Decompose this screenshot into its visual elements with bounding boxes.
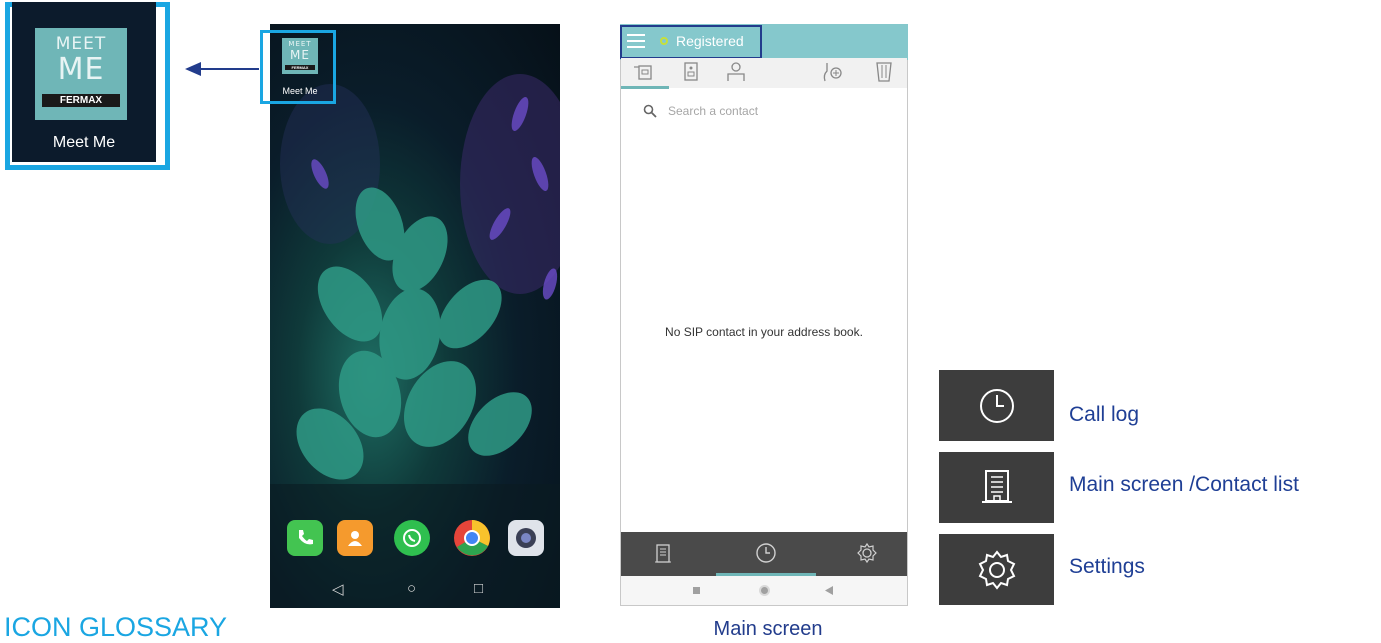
active-tab-indicator [621,86,669,89]
app-icon-zoom[interactable]: MEET ME FERMAX Meet Me [12,2,156,162]
tab-building-icon[interactable] [633,62,655,82]
camera-icon [516,528,536,548]
nav-gear-icon[interactable] [856,542,878,564]
home-button[interactable]: ○ [407,580,416,597]
main-screen-phone [620,24,908,606]
search-contact-input[interactable]: Search a contact [668,104,758,118]
contact-tabs [621,58,907,88]
glossary-building-box [939,452,1054,523]
glossary-label-call-log: Call log [1069,403,1140,426]
logo-line2: ME [57,52,105,87]
clock-icon [979,388,1014,423]
tab-intercom-icon[interactable] [681,62,701,82]
main-screen-caption: Main screen [713,618,823,640]
trash-icon[interactable] [875,61,893,83]
icon-glossary-title: ICON GLOSSARY [4,612,228,642]
glossary-label-settings: Settings [1069,555,1145,578]
status-highlight-frame [620,25,762,59]
back-button[interactable]: ◁ [332,580,344,598]
phone-home-screen: ◁ ○ □ [270,24,560,608]
search-icon [643,104,657,118]
glossary-gear-box [939,534,1054,605]
recents-button[interactable]: □ [474,580,483,597]
camera-app-icon[interactable] [508,520,544,556]
nav-clock-icon[interactable] [755,542,777,564]
app-icon-label: Meet Me [52,134,116,151]
back-nav-icon[interactable] [825,586,833,595]
building-icon [981,469,1012,503]
whatsapp-app-icon[interactable] [394,520,430,556]
add-contact-icon[interactable] [821,61,845,83]
logo-line1: MEET [55,34,107,54]
home-nav-icon[interactable] [759,585,770,596]
whatsapp-icon [403,529,421,547]
nav-building-icon[interactable] [655,544,671,564]
bottom-navigation [621,532,907,576]
phone-app-icon[interactable] [287,520,323,556]
meet-me-logo: MEET ME FERMAX [35,28,127,120]
pointer-arrow-icon [185,62,259,76]
phone-icon [299,530,313,545]
empty-contacts-message: No SIP contact in your address book. [665,325,863,339]
gear-icon [978,549,1015,590]
chrome-app-icon[interactable] [454,520,490,556]
android-nav-bar [621,576,907,605]
glossary-label-contact-list: Main screen /Contact list [1069,473,1299,496]
chrome-icon [457,520,490,556]
fermax-brand: FERMAX [42,94,120,107]
contacts-app-icon[interactable] [337,520,373,556]
glossary-clock-box [939,370,1054,441]
home-icon-highlight [260,30,336,104]
recents-nav-icon[interactable] [693,587,700,594]
contacts-icon [348,531,362,546]
tab-concierge-icon[interactable] [725,61,747,83]
